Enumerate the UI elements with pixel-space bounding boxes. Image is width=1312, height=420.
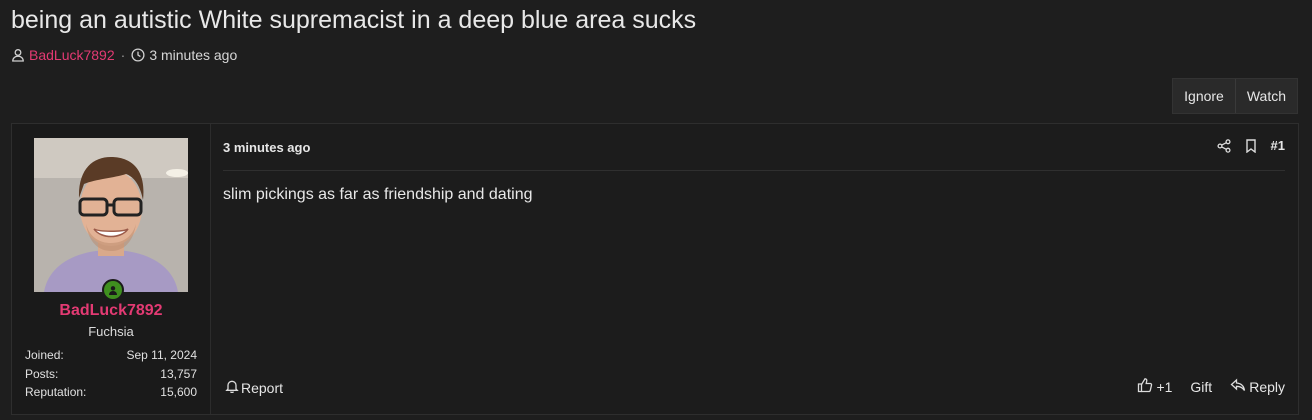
thread-title: being an autistic White supremacist in a…: [11, 6, 697, 34]
post-content-cell: 3 minutes ago #1 slim pickings as far as…: [211, 124, 1298, 414]
stat-label: Joined:: [25, 348, 64, 363]
reply-button[interactable]: Reply: [1230, 378, 1285, 395]
stat-posts: Posts: 13,757: [25, 365, 197, 384]
post-username[interactable]: BadLuck7892: [12, 302, 210, 320]
gift-button[interactable]: Gift: [1190, 379, 1212, 395]
meta-separator: ·: [120, 47, 126, 63]
post-user-cell: BadLuck7892 Fuchsia Joined: Sep 11, 2024…: [12, 124, 211, 414]
stat-label: Reputation:: [25, 385, 87, 400]
post-footer-actions: +1 Gift Reply: [1137, 377, 1285, 396]
user-stats: Joined: Sep 11, 2024 Posts: 13,757 Reput…: [25, 346, 197, 402]
thread-posted-time[interactable]: 3 minutes ago: [149, 47, 237, 63]
stat-label: Posts:: [25, 366, 59, 381]
reply-icon: [1230, 378, 1246, 395]
report-button[interactable]: Report: [225, 379, 283, 396]
thread-actions: Ignore Watch: [1172, 78, 1298, 114]
thumbs-up-icon: [1137, 377, 1153, 396]
watch-button[interactable]: Watch: [1234, 79, 1297, 113]
stat-value: 15,600: [160, 385, 197, 400]
stat-joined: Joined: Sep 11, 2024: [25, 346, 197, 365]
post: BadLuck7892 Fuchsia Joined: Sep 11, 2024…: [11, 123, 1299, 415]
bookmark-icon[interactable]: [1245, 138, 1257, 153]
stat-reputation: Reputation: 15,600: [25, 383, 197, 402]
stat-value[interactable]: 13,757: [160, 367, 197, 381]
post-date[interactable]: 3 minutes ago: [223, 140, 310, 155]
share-icon[interactable]: [1216, 138, 1231, 153]
user-icon: [11, 48, 25, 62]
post-header: 3 minutes ago #1: [223, 124, 1285, 171]
reply-label: Reply: [1249, 378, 1285, 395]
post-tools: #1: [1216, 138, 1285, 153]
thread-meta: BadLuck7892 · 3 minutes ago: [11, 47, 237, 63]
stat-value: Sep 11, 2024: [126, 348, 197, 363]
post-body: slim pickings as far as friendship and d…: [223, 186, 533, 203]
user-title: Fuchsia: [88, 324, 134, 339]
ignore-button[interactable]: Ignore: [1173, 79, 1235, 113]
bell-icon: [225, 379, 239, 396]
report-label: Report: [241, 379, 284, 396]
thread-author-link[interactable]: BadLuck7892: [29, 47, 115, 63]
avatar[interactable]: [34, 138, 188, 292]
clock-icon: [131, 48, 145, 62]
online-status-icon: [102, 279, 124, 301]
post-number-link[interactable]: #1: [1271, 138, 1285, 153]
like-count: +1: [1156, 378, 1173, 395]
like-button[interactable]: +1: [1137, 377, 1172, 396]
